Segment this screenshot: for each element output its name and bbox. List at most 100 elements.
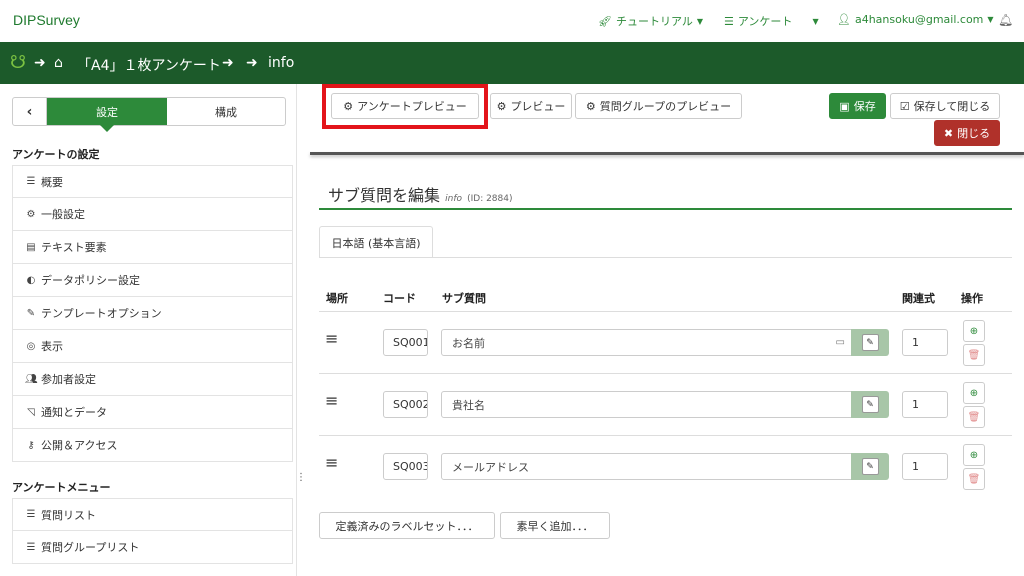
edit-button[interactable]: ✎ — [851, 391, 889, 418]
title-text: サブ質問を編集 — [328, 186, 441, 205]
code-input[interactable]: SQ003 — [383, 453, 428, 480]
edit-button[interactable]: ✎ — [851, 453, 889, 480]
sidebar-item-publish[interactable]: ⚷ 公開＆アクセス — [12, 429, 293, 462]
relevance-input[interactable]: 1 — [902, 391, 948, 418]
save-close-button[interactable]: ☑ 保存して閉じる — [890, 93, 1000, 119]
survey-menu-list: ☰ 質問リスト ☰ 質問グループリスト — [12, 498, 293, 564]
shield-icon: ◐ — [26, 274, 36, 286]
toolbar-divider — [310, 152, 1024, 155]
plus-circle-icon: ⊕ — [969, 449, 979, 461]
subquestion-input[interactable]: お名前 ▭ — [441, 329, 854, 356]
brand-logo[interactable]: DIPSurvey — [13, 12, 80, 28]
code-input[interactable]: SQ001 — [383, 329, 428, 356]
subquestion-text: お名前 — [452, 336, 485, 350]
check-square-icon: ☑ — [899, 99, 910, 113]
add-row-button[interactable]: ⊕ — [963, 382, 985, 404]
subquestion-input[interactable]: 貴社名 — [441, 391, 854, 418]
survey-menu[interactable]: ☰ アンケート ▼ — [724, 13, 819, 29]
row-divider — [319, 373, 1012, 374]
sidebar-item-data-policy[interactable]: ◐ データポリシー設定 — [12, 264, 293, 297]
eye-slash-icon: ◎ — [26, 340, 36, 352]
sidebar-item-label: 参加者設定 — [41, 373, 96, 386]
close-icon: ✖ — [943, 126, 954, 140]
list-icon: ☰ — [724, 14, 734, 28]
sidebar-item-label: テンプレートオプション — [41, 307, 162, 320]
user-menu[interactable]: 👤︎ a4hansoku@gmail.com ▼ — [837, 13, 994, 26]
delete-row-button[interactable]: 🗑︎ — [963, 344, 985, 366]
quick-add-button[interactable]: 素早く追加．．． — [500, 512, 610, 539]
preview-button[interactable]: ⚙ プレビュー — [490, 93, 572, 119]
sidebar-item-question-list[interactable]: ☰ 質問リスト — [12, 498, 293, 531]
list-icon: ☰ — [26, 176, 36, 187]
key-icon: ⚷ — [27, 439, 35, 451]
sidebar-item-general[interactable]: ⚙ 一般設定 — [12, 198, 293, 231]
edit-button[interactable]: ✎ — [851, 329, 889, 356]
breadcrumb-survey[interactable]: 「A4」１枚アンケート — [77, 55, 221, 75]
header-relevance: 関連式 — [902, 292, 935, 305]
delete-row-button[interactable]: 🗑︎ — [963, 406, 985, 428]
label-sets-button[interactable]: 定義済みのラベルセット．．． — [319, 512, 495, 539]
main-content: ⚙ アンケートプレビュー ⚙ プレビュー ⚙ 質問グループのプレビュー ▣ 保存 ☑ 保存… — [304, 84, 1024, 576]
sidebar-item-label: 通知とデータ — [41, 406, 107, 419]
delete-row-button[interactable]: 🗑︎ — [963, 468, 985, 490]
drag-handle-icon[interactable]: ≡ — [325, 453, 338, 472]
survey-label: アンケート — [737, 15, 793, 28]
file-text-icon: ▤ — [26, 241, 36, 253]
list-icon: ☰ — [26, 541, 36, 553]
header-actions: 操作 — [961, 292, 983, 305]
home-icon[interactable]: ⌂ — [54, 55, 63, 71]
sidebar-item-group-list[interactable]: ☰ 質問グループリスト — [12, 531, 293, 564]
user-email: a4hansoku@gmail.com — [854, 13, 984, 26]
tab-structure[interactable]: 構成 — [167, 98, 285, 125]
close-button[interactable]: ✖ 閉じる — [934, 120, 1000, 146]
breadcrumb: ☋ ➜ ⌂ 「A4」１枚アンケート ➜ ➜ info — [0, 42, 1024, 84]
tab-language[interactable]: 日本語 (基本言語) — [319, 226, 433, 258]
brush-icon: ✎ — [26, 307, 36, 319]
gear-icon: ⚙ — [496, 99, 507, 113]
tab-settings[interactable]: 設定 — [47, 98, 167, 132]
trash-icon: 🗑︎ — [967, 349, 981, 361]
group-preview-button[interactable]: ⚙ 質問グループのプレビュー — [575, 93, 742, 119]
bell-icon[interactable]: 🔔︎ — [998, 13, 1013, 27]
sidebar-item-overview[interactable]: ☰ 概要 — [12, 165, 293, 198]
collapse-sidebar-button[interactable]: ‹ — [13, 98, 47, 125]
sidebar-item-template[interactable]: ✎ テンプレートオプション — [12, 297, 293, 330]
drag-handle-icon[interactable]: ≡ — [325, 391, 338, 410]
user-icon: 👤︎ — [837, 13, 851, 26]
arrow-right-icon: ➜ — [222, 55, 234, 71]
sidebar-item-display[interactable]: ◎ 表示 — [12, 330, 293, 363]
sidebar-item-text[interactable]: ▤ テキスト要素 — [12, 231, 293, 264]
breadcrumb-current: info — [268, 55, 295, 71]
code-input[interactable]: SQ002 — [383, 391, 428, 418]
drag-handle-icon[interactable]: ≡ — [325, 329, 338, 348]
tab-line — [319, 257, 1012, 258]
sidebar: ‹ 設定 構成 アンケートの設定 ☰ 概要 ⚙ 一般設定 ▤ テキスト要素 ◐ データポ… — [0, 84, 297, 576]
button-label: 質問グループのプレビュー — [599, 100, 732, 113]
plus-circle-icon: ⊕ — [969, 325, 979, 337]
limesurvey-logo-icon[interactable]: ☋ — [10, 52, 26, 73]
subquestion-text: メールアドレス — [452, 460, 529, 474]
button-label: 保存して閉じる — [913, 100, 991, 113]
question-code: info — [445, 194, 462, 204]
add-row-button[interactable]: ⊕ — [963, 444, 985, 466]
section-survey-menu: アンケートメニュー — [12, 481, 111, 494]
subquestion-text: 貴社名 — [452, 398, 485, 412]
button-label: プレビュー — [510, 100, 566, 113]
save-button[interactable]: ▣ 保存 — [829, 93, 886, 119]
chevron-left-icon: ‹ — [26, 103, 33, 120]
relevance-input[interactable]: 1 — [902, 453, 948, 480]
sidebar-item-notifications[interactable]: ◹ 通知とデータ — [12, 396, 293, 429]
relevance-input[interactable]: 1 — [902, 329, 948, 356]
sidebar-item-label: 質問グループリスト — [41, 541, 140, 554]
pencil-icon: ✎ — [861, 458, 879, 475]
sidebar-item-participants[interactable]: 👥︎ 参加者設定 — [12, 363, 293, 396]
arrow-right-icon: ➜ — [246, 55, 258, 71]
tutorial-menu[interactable]: 🚀︎ チュートリアル ▼ — [598, 13, 703, 29]
gears-icon: ⚙ — [26, 208, 36, 220]
plus-circle-icon: ⊕ — [969, 387, 979, 399]
button-label: 閉じる — [957, 127, 991, 140]
add-row-button[interactable]: ⊕ — [963, 320, 985, 342]
subquestion-input[interactable]: メールアドレス — [441, 453, 854, 480]
title-underline — [319, 208, 1012, 210]
sidebar-item-label: 質問リスト — [41, 508, 96, 522]
